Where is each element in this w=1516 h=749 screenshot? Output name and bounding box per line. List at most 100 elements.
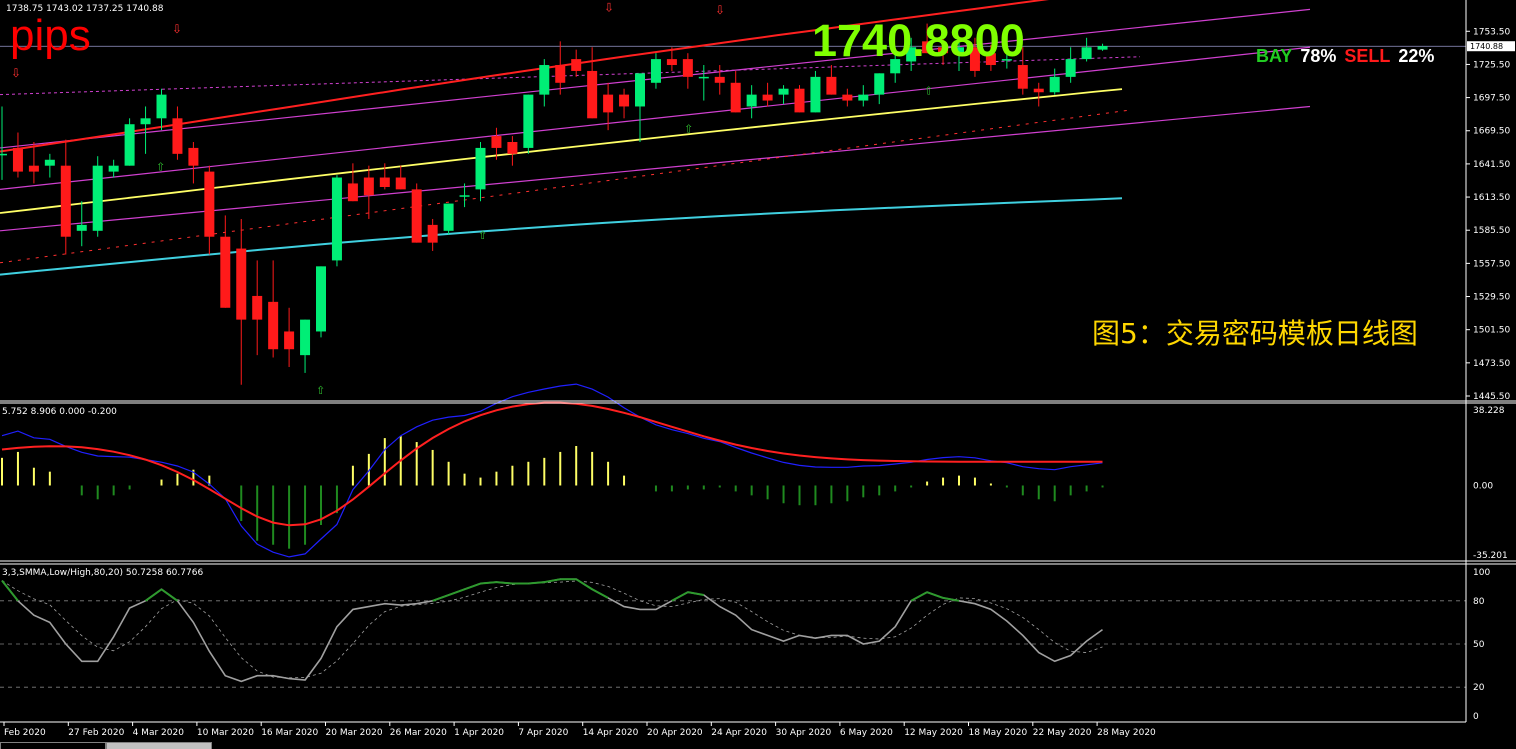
stochastic-panel — [0, 578, 1466, 688]
candle-body — [666, 59, 677, 66]
x-tick-label: 16 Mar 2020 — [261, 728, 318, 738]
stoch-zone-segment — [432, 594, 449, 602]
buy-arrow-marker: ⇧ — [316, 384, 325, 397]
candle-body — [635, 73, 645, 107]
candle-body — [300, 319, 311, 356]
trend-dotted-line — [0, 109, 1131, 264]
candle-body — [44, 159, 55, 166]
stoch-zone-segment — [687, 591, 704, 597]
macd-tick-label: 0.00 — [1473, 481, 1493, 491]
big-price-display: 1740.8800 — [812, 15, 1025, 66]
sell-arrow-marker: ⇩ — [172, 22, 182, 36]
candle-body — [555, 65, 566, 83]
y-tick-label: 1501.50 — [1473, 326, 1510, 336]
x-tick-label: 7 Apr 2020 — [518, 728, 568, 738]
candle-body — [507, 141, 518, 154]
candle-body — [1065, 59, 1076, 77]
macd-panel — [1, 383, 1104, 558]
stoch-zone-segment — [544, 578, 561, 584]
candle-body — [1097, 46, 1108, 50]
ma-cyan-line — [0, 197, 1123, 276]
candle-body — [28, 165, 39, 172]
chart-canvas: ⇩⇩⇩⇩⇩⇧⇧⇧⇧⇧ 1753.501725.501697.501669.501… — [0, 0, 1516, 738]
stoch-zone-segment — [671, 591, 689, 602]
current-price-tag-label: 1740.88 — [1470, 42, 1503, 51]
y-tick-label: 1613.50 — [1473, 193, 1510, 203]
candle-body — [842, 94, 853, 101]
chart-caption: 图5：交易密码模板日线图 — [1092, 317, 1418, 350]
stoch-tick-label: 80 — [1473, 597, 1485, 607]
y-tick-label: 1641.50 — [1473, 160, 1510, 170]
candle-body — [0, 153, 7, 156]
sell-arrow-marker: ⇩ — [954, 0, 964, 1]
sell-arrow-marker: ⇩ — [604, 1, 614, 15]
candle-body — [682, 59, 693, 77]
y-tick-label: 1473.50 — [1473, 359, 1510, 369]
macd-tick-label: 38.228 — [1473, 406, 1505, 416]
stoch-zone-segment — [496, 581, 513, 585]
candle-body — [204, 171, 215, 237]
sell-arrow-marker: ⇩ — [715, 3, 725, 17]
y-tick-label: 1753.50 — [1473, 27, 1510, 37]
pips-label: pips — [10, 11, 91, 60]
buy-arrow-marker: ⇧ — [156, 160, 165, 173]
axes: 1753.50 1725.50 1697.50 1669.50 1641.50 1613.… — [0, 0, 1516, 738]
candle-body — [539, 65, 550, 95]
x-tick-label: 18 May 2020 — [969, 728, 1028, 738]
x-tick-label: 22 May 2020 — [1033, 728, 1092, 738]
macd-title: 5.752 8.906 0.000 -0.200 — [2, 407, 117, 417]
candle-body — [443, 203, 454, 231]
x-tick-label: 30 Apr 2020 — [776, 728, 832, 738]
stoch-zone-segment — [1, 580, 19, 602]
candle-body — [363, 177, 374, 196]
candle-body — [714, 76, 725, 83]
candle-body — [603, 94, 614, 113]
bay-percent: 78% — [1300, 46, 1337, 66]
macd-main-line — [1, 383, 1103, 558]
candle-body — [698, 76, 709, 79]
candle-body — [1033, 88, 1044, 93]
candle-body — [395, 177, 406, 190]
stoch-tick-label: 100 — [1473, 568, 1490, 578]
candle-body — [316, 266, 326, 332]
candle-body — [76, 224, 87, 231]
bay-sell-indicator: BAY 78% SELL 22% — [1256, 46, 1434, 67]
stochastic-title: 3,3,SMMA,Low/High,80,20) 50.7258 60.7766 — [2, 568, 204, 578]
bay-label: BAY — [1256, 46, 1293, 66]
y-tick-label: 1669.50 — [1473, 127, 1510, 137]
y-tick-label: 1529.50 — [1473, 293, 1510, 303]
candle-body — [619, 94, 630, 107]
y-tick-label: 1697.50 — [1473, 94, 1510, 104]
stoch-zone-segment — [591, 588, 609, 599]
stoch-zone-segment — [926, 591, 944, 599]
candle-body — [459, 195, 470, 197]
buy-arrow-marker: ⇧ — [478, 229, 487, 242]
candle-body — [730, 82, 741, 113]
y-tick-label: 1445.50 — [1473, 392, 1510, 402]
candle-body — [108, 165, 119, 172]
candle-body — [1081, 47, 1092, 60]
sell-label: SELL — [1344, 46, 1391, 66]
candle-body — [587, 70, 598, 119]
buy-arrow-marker: ⇧ — [684, 123, 693, 136]
candle-body — [874, 73, 885, 95]
stoch-zone-segment — [160, 588, 179, 602]
candle-body — [252, 295, 263, 320]
candle-body — [92, 165, 103, 231]
y-tick-label: 1725.50 — [1473, 60, 1510, 70]
candle-body — [331, 177, 342, 261]
stoch-zone-segment — [480, 581, 497, 585]
x-tick-label: 20 Apr 2020 — [647, 728, 703, 738]
buy-arrow-marker: ⇧ — [924, 85, 933, 98]
candle-body — [762, 94, 773, 101]
stoch-tick-label: 0 — [1473, 712, 1479, 722]
candle-body — [268, 301, 279, 350]
candle-body — [746, 94, 757, 107]
y-tick-label: 1585.50 — [1473, 226, 1510, 236]
candle-body — [156, 94, 167, 119]
x-tick-label: 20 Mar 2020 — [326, 728, 383, 738]
x-tick-label: 24 Apr 2020 — [711, 728, 767, 738]
candle-body — [523, 94, 534, 148]
candle-body — [778, 88, 789, 95]
stoch-zone-segment — [575, 578, 593, 591]
